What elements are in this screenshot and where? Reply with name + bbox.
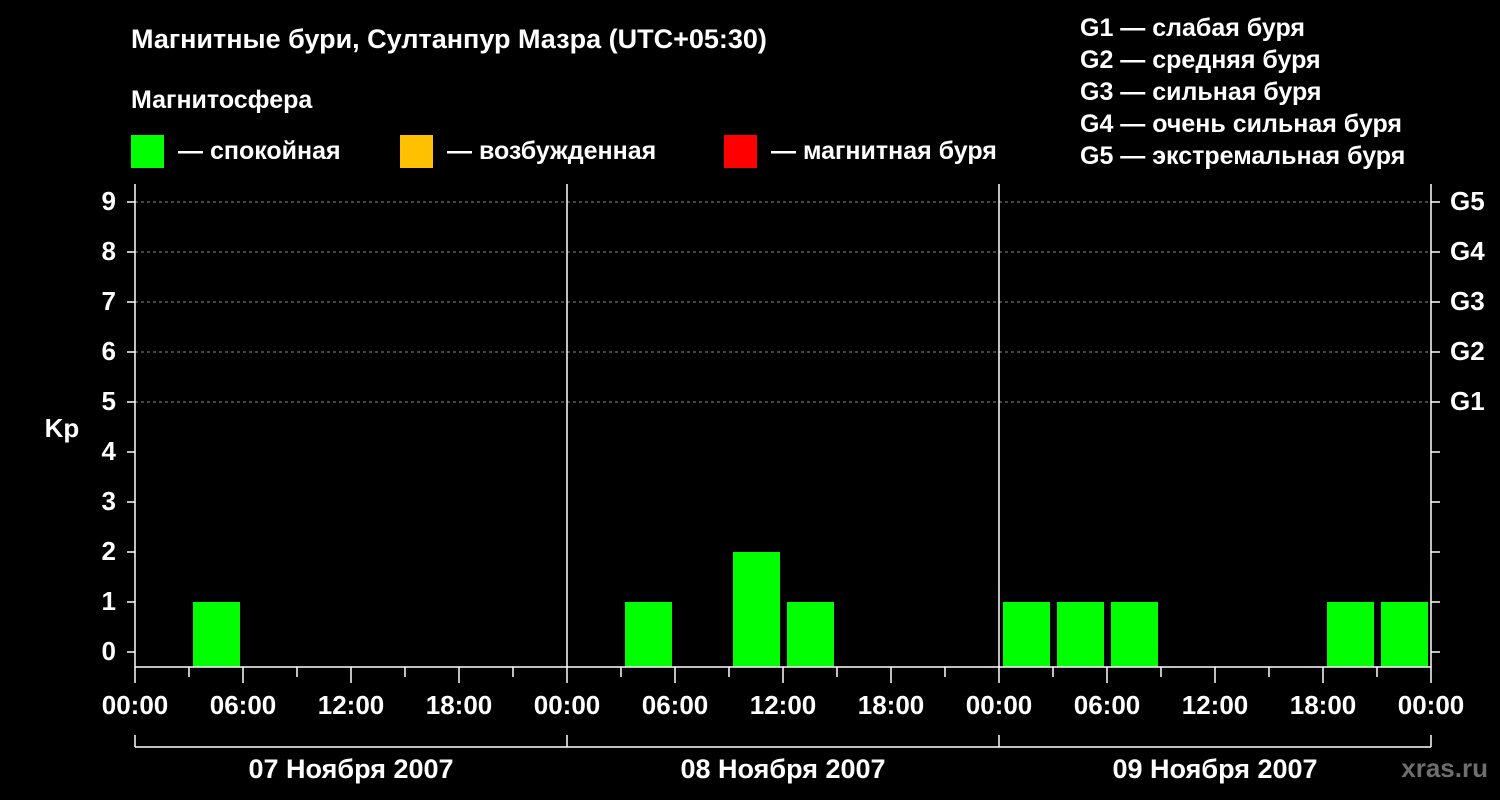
kp-bar	[733, 552, 780, 667]
x-tick-label: 18:00	[858, 690, 925, 720]
y-axis-label: Kp	[45, 413, 80, 443]
x-tick-label: 18:00	[1290, 690, 1357, 720]
kp-bar	[193, 602, 240, 667]
kp-bar	[1327, 602, 1374, 667]
kp-bar	[1111, 602, 1158, 667]
day-label: 08 Ноября 2007	[680, 754, 885, 784]
y-tick-label: 8	[102, 236, 116, 266]
y-tick-label: 5	[102, 386, 116, 416]
x-tick-label: 06:00	[210, 690, 277, 720]
kp-bar	[625, 602, 672, 667]
x-tick-label: 18:00	[426, 690, 493, 720]
y-tick-label: 6	[102, 336, 116, 366]
g-level-label-g4: G4	[1450, 236, 1485, 266]
x-tick-label: 12:00	[1182, 690, 1249, 720]
x-tick-label: 00:00	[966, 690, 1033, 720]
y-tick-label: 1	[102, 586, 116, 616]
day-label: 07 Ноября 2007	[248, 754, 453, 784]
site-watermark: xras.ru	[1401, 753, 1488, 783]
g-level-label-g5: G5	[1450, 186, 1485, 216]
y-tick-label: 9	[102, 186, 116, 216]
y-tick-label: 2	[102, 536, 116, 566]
g-level-label-g2: G2	[1450, 336, 1485, 366]
kp-chart: 0 1 2 3 4 5 6 7 8 9 Kp G1 G2 G3 G4 G5 00:00 06:00 12:00 18:…	[45, 184, 1485, 784]
x-tick-label: 12:00	[318, 690, 385, 720]
x-tick-label: 00:00	[1398, 690, 1465, 720]
x-tick-label: 06:00	[642, 690, 709, 720]
x-tick-label: 12:00	[750, 690, 817, 720]
y-tick-label: 0	[102, 636, 116, 666]
g-level-label-g3: G3	[1450, 286, 1485, 316]
day-label: 09 Ноября 2007	[1112, 754, 1317, 784]
x-tick-label: 06:00	[1074, 690, 1141, 720]
y-tick-label: 7	[102, 286, 116, 316]
y-tick-label: 3	[102, 486, 116, 516]
y-tick-label: 4	[102, 436, 117, 466]
kp-bar	[787, 602, 834, 667]
x-tick-label: 00:00	[534, 690, 601, 720]
kp-bar	[1003, 602, 1050, 667]
g-level-label-g1: G1	[1450, 386, 1485, 416]
kp-bar	[1057, 602, 1104, 667]
kp-bar	[1381, 602, 1428, 667]
x-tick-label: 00:00	[102, 690, 169, 720]
